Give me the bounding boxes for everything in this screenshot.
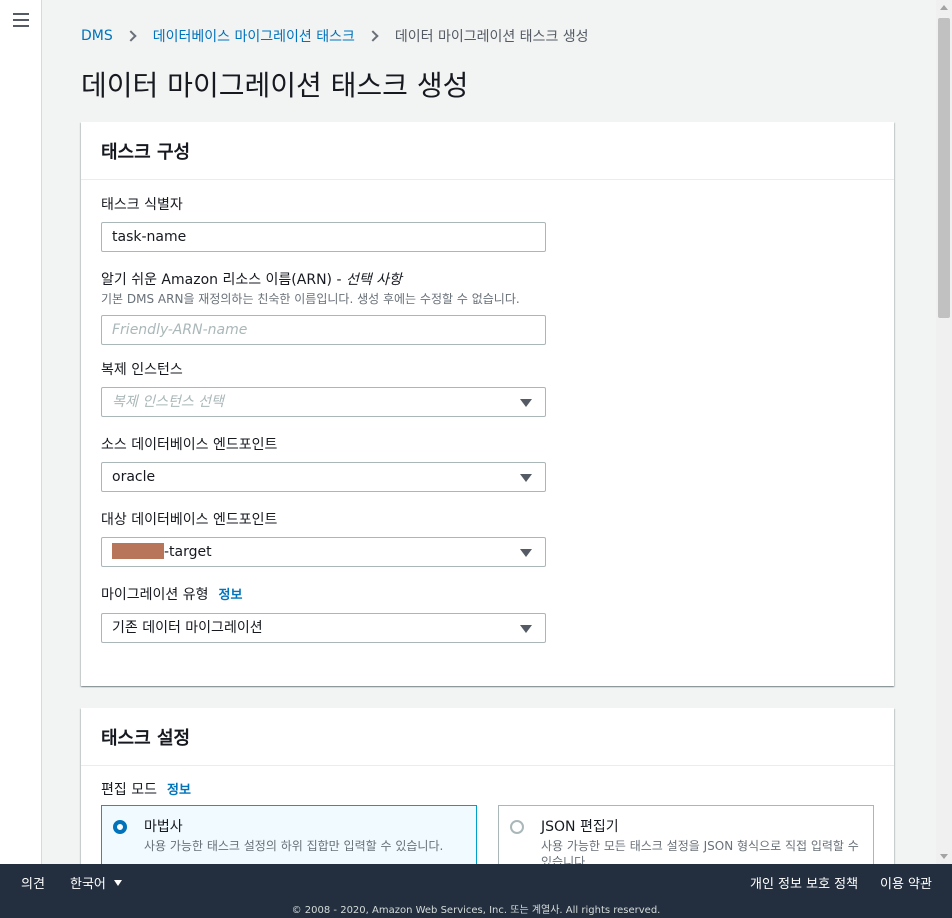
redacted-block (112, 543, 164, 559)
language-label: 한국어 (70, 877, 106, 892)
json-option-title: JSON 편집기 (541, 819, 619, 835)
hamburger-menu-icon[interactable] (13, 13, 29, 27)
migration-type-value: 기존 데이터 마이그레이션 (112, 620, 263, 636)
friendly-arn-label: 알기 쉬운 Amazon 리소스 이름(ARN) - 선택 사항 (101, 271, 546, 289)
task-settings-panel: 태스크 설정 편집 모드 정보 마법사 사용 가능한 태스크 설정의 하위 집합만… (81, 708, 894, 864)
friendly-arn-input[interactable] (101, 315, 546, 345)
task-identifier-label: 태스크 식별자 (101, 197, 183, 213)
migration-type-select[interactable]: 기존 데이터 마이그레이션 (101, 613, 546, 643)
target-endpoint-label: 대상 데이터베이스 엔드포인트 (101, 512, 278, 528)
replication-instance-field: 복제 인스턴스 복제 인스턴스 선택 (101, 361, 546, 417)
privacy-policy-link[interactable]: 개인 정보 보호 정책 (750, 873, 858, 892)
main-content: DMS 데이터베이스 마이그레이션 태스크 데이터 마이그레이션 태스크 생성 … (42, 0, 936, 864)
side-navigation-rail (0, 0, 42, 864)
migration-type-label: 마이그레이션 유형 정보 (101, 586, 546, 605)
edit-mode-field: 편집 모드 정보 (101, 781, 546, 800)
feedback-link[interactable]: 의견 (21, 873, 45, 892)
friendly-arn-field: 알기 쉬운 Amazon 리소스 이름(ARN) - 선택 사항 기본 DMS … (101, 271, 546, 345)
caret-down-icon (520, 474, 532, 482)
scroll-up-arrow-icon[interactable] (940, 5, 948, 10)
breadcrumb-current: 데이터 마이그레이션 태스크 생성 (394, 29, 589, 45)
source-endpoint-value: oracle (112, 469, 156, 485)
breadcrumb-dms[interactable]: DMS (81, 28, 113, 44)
language-selector[interactable]: 한국어 (70, 873, 122, 892)
friendly-arn-label-text: 알기 쉬운 Amazon 리소스 이름(ARN) - (101, 272, 346, 288)
wizard-option-title: 마법사 (144, 819, 183, 835)
terms-of-use-link[interactable]: 이용 약관 (880, 873, 932, 892)
console-footer: 의견 한국어 개인 정보 보호 정책 이용 약관 © 2008 - 2020, … (0, 864, 952, 918)
optional-marker: 선택 사항 (345, 272, 402, 288)
target-endpoint-suffix: -target (164, 544, 212, 560)
radio-unselected-icon[interactable] (510, 820, 524, 834)
breadcrumb-migration-tasks[interactable]: 데이터베이스 마이그레이션 태스크 (153, 26, 355, 46)
migration-type-label-text: 마이그레이션 유형 (101, 587, 209, 603)
page-scrollbar[interactable] (936, 0, 952, 864)
caret-down-icon (520, 399, 532, 407)
friendly-arn-description: 기본 DMS ARN을 재정의하는 친숙한 이름입니다. 생성 후에는 수정할 … (101, 292, 520, 306)
replication-instance-label: 복제 인스턴스 (101, 362, 183, 378)
source-endpoint-select[interactable]: oracle (101, 462, 546, 492)
replication-instance-placeholder: 복제 인스턴스 선택 (112, 394, 224, 410)
task-identifier-field: 태스크 식별자 (101, 196, 546, 252)
scrollbar-thumb[interactable] (938, 18, 950, 318)
caret-down-icon (520, 625, 532, 633)
replication-instance-select[interactable]: 복제 인스턴스 선택 (101, 387, 546, 417)
caret-down-icon (113, 880, 122, 886)
edit-mode-option-json[interactable]: JSON 편집기 사용 가능한 모든 태스크 설정을 JSON 형식으로 직접 … (498, 805, 874, 864)
target-endpoint-field: 대상 데이터베이스 엔드포인트 -target (101, 511, 546, 567)
chevron-right-icon (367, 30, 379, 42)
source-endpoint-label: 소스 데이터베이스 엔드포인트 (101, 437, 278, 453)
task-identifier-input[interactable] (101, 222, 546, 252)
task-configuration-panel: 태스크 구성 태스크 식별자 알기 쉬운 Amazon 리소스 이름(ARN) … (81, 122, 894, 686)
task-settings-header: 태스크 설정 (81, 708, 894, 766)
page-title: 데이터 마이그레이션 태스크 생성 (81, 69, 469, 102)
edit-mode-info-link[interactable]: 정보 (167, 783, 191, 798)
task-configuration-header: 태스크 구성 (81, 122, 894, 180)
migration-type-info-link[interactable]: 정보 (219, 588, 243, 603)
copyright-text: © 2008 - 2020, Amazon Web Services, Inc.… (291, 905, 661, 916)
json-option-description: 사용 가능한 모든 태스크 설정을 JSON 형식으로 직접 입력할 수 있습니… (541, 839, 859, 864)
radio-selected-icon[interactable] (113, 820, 127, 834)
source-endpoint-field: 소스 데이터베이스 엔드포인트 oracle (101, 436, 546, 492)
edit-mode-option-wizard[interactable]: 마법사 사용 가능한 태스크 설정의 하위 집합만 입력할 수 있습니다. (101, 805, 477, 864)
migration-type-field: 마이그레이션 유형 정보 기존 데이터 마이그레이션 (101, 586, 546, 643)
edit-mode-label: 편집 모드 정보 (101, 781, 546, 800)
breadcrumb: DMS 데이터베이스 마이그레이션 태스크 데이터 마이그레이션 태스크 생성 (81, 26, 589, 46)
edit-mode-label-text: 편집 모드 (101, 782, 157, 798)
wizard-option-description: 사용 가능한 태스크 설정의 하위 집합만 입력할 수 있습니다. (144, 839, 444, 853)
chevron-right-icon (125, 30, 137, 42)
target-endpoint-select[interactable]: -target (101, 537, 546, 567)
scroll-down-arrow-icon[interactable] (940, 854, 948, 859)
caret-down-icon (520, 549, 532, 557)
target-endpoint-value: -target (112, 543, 212, 560)
